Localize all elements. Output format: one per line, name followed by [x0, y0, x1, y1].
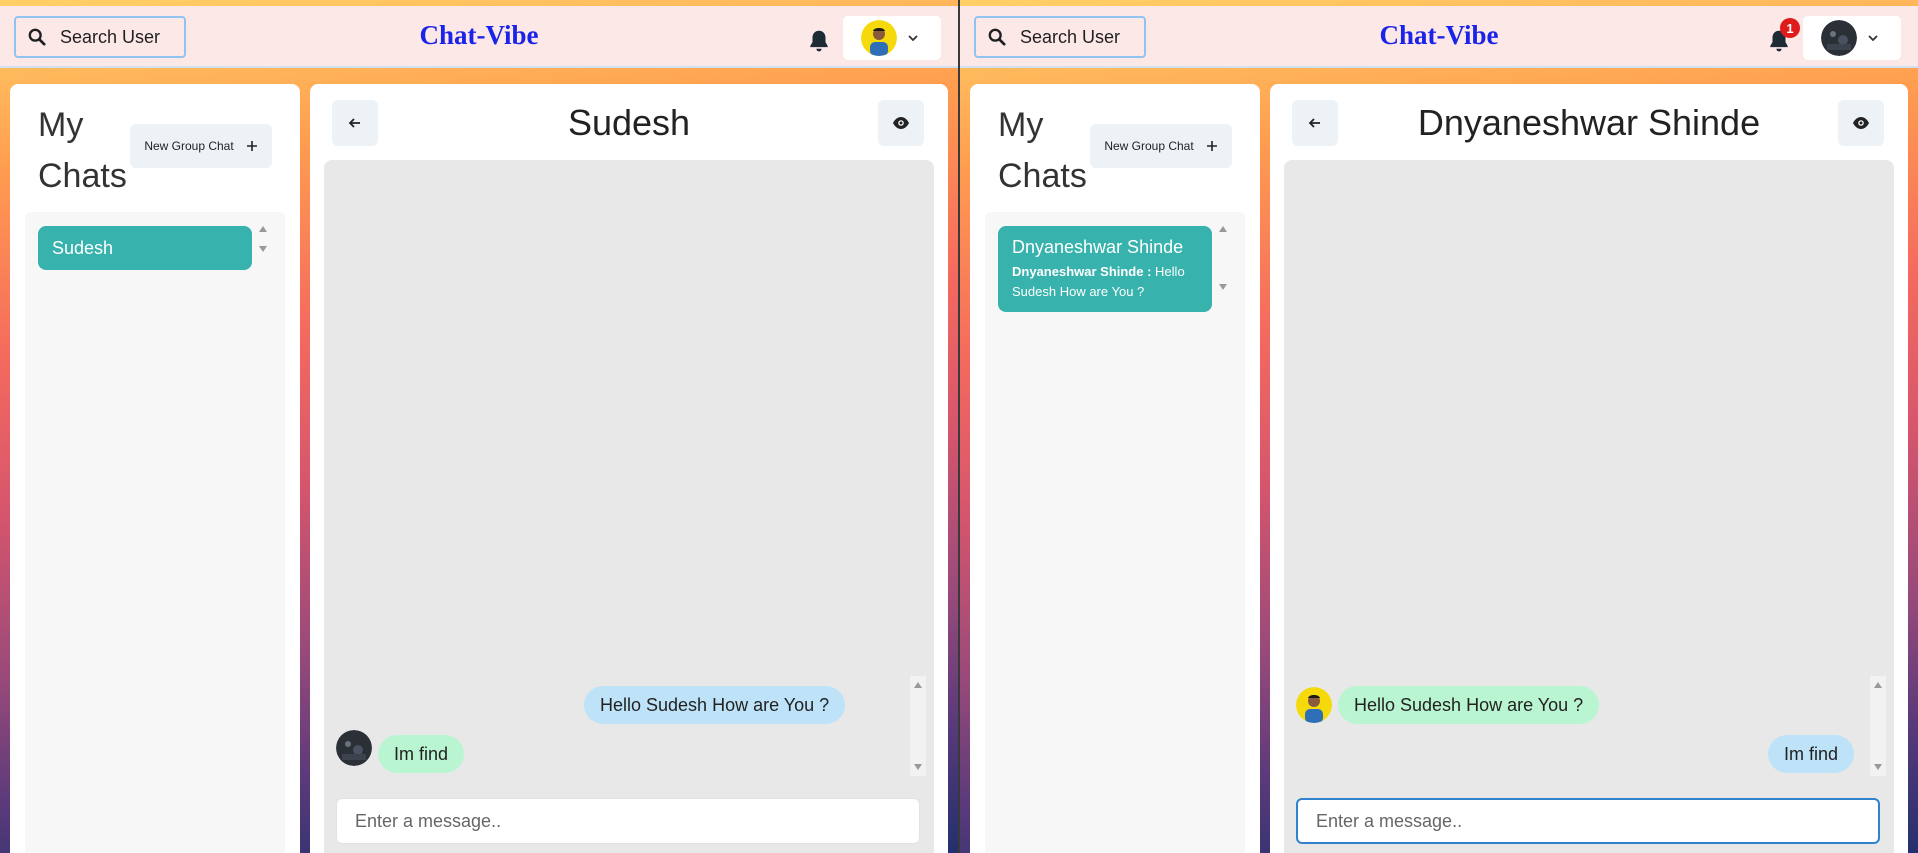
top-bar: Search User Chat-Vibe 1: [960, 6, 1918, 68]
scroll-down-arrow-icon[interactable]: [1874, 764, 1882, 770]
arrow-left-icon: [348, 118, 360, 128]
search-user-label: Search User: [1020, 26, 1121, 47]
latest-message: Dnyaneshwar Shinde : Hello Sudesh How ar…: [1012, 262, 1198, 302]
scroll-up-arrow-icon[interactable]: [1219, 226, 1227, 232]
scroll-up-arrow-icon[interactable]: [259, 226, 267, 232]
sender-avatar: [1296, 687, 1332, 723]
chat-box: Sudesh Hello Sudesh How are You ? Im fin…: [310, 84, 948, 853]
chat-list-item[interactable]: Sudesh: [38, 226, 252, 270]
scroll-down-arrow-icon[interactable]: [1219, 284, 1227, 290]
search-icon: [988, 28, 1006, 46]
my-chats-title: My Chats: [38, 106, 127, 195]
new-group-chat-button[interactable]: New Group Chat: [130, 124, 272, 168]
avatar: [861, 20, 897, 56]
eye-icon: [1853, 117, 1869, 129]
right-app-window: Search User Chat-Vibe 1 My Chats New Gro…: [960, 0, 1918, 853]
sender-avatar: [336, 730, 372, 766]
chat-list: Dnyaneshwar Shinde Dnyaneshwar Shinde : …: [985, 212, 1245, 853]
message-bubble: Hello Sudesh How are You ?: [584, 686, 846, 724]
message-input[interactable]: [1296, 798, 1880, 844]
my-chats-panel: My Chats New Group Chat Dnyaneshwar Shin…: [970, 84, 1260, 853]
chat-list-scrollbar[interactable]: [257, 226, 269, 252]
chevron-down-icon: [1868, 35, 1878, 42]
bell-icon[interactable]: [806, 28, 832, 54]
search-user-label: Search User: [60, 26, 161, 47]
plus-icon: [246, 141, 257, 151]
view-profile-button[interactable]: [878, 100, 924, 146]
avatar: [1821, 20, 1857, 56]
left-app-window: Search User Chat-Vibe My Chats New Group…: [0, 0, 958, 853]
messages-scrollbar[interactable]: [1870, 676, 1886, 776]
new-group-chat-button[interactable]: New Group Chat: [1090, 124, 1232, 168]
my-chats-title: My Chats: [998, 106, 1087, 195]
view-profile-button[interactable]: [1838, 100, 1884, 146]
messages-area: Hello Sudesh How are You ? Im find: [1284, 160, 1894, 853]
scroll-up-arrow-icon[interactable]: [1874, 682, 1882, 688]
scroll-down-arrow-icon[interactable]: [259, 246, 267, 252]
chat-list: Sudesh: [25, 212, 285, 853]
notification-count-badge: 1: [1780, 18, 1800, 38]
top-bar: Search User Chat-Vibe: [0, 6, 958, 68]
search-user-button[interactable]: Search User: [974, 16, 1146, 58]
chat-box: Dnyaneshwar Shinde Hello Sudesh How are …: [1270, 84, 1908, 853]
my-chats-panel: My Chats New Group Chat Sudesh: [10, 84, 300, 853]
messages-area: Hello Sudesh How are You ? Im find: [324, 160, 934, 853]
chat-name: Sudesh: [52, 238, 114, 258]
new-group-chat-label: New Group Chat: [1104, 139, 1194, 153]
arrow-left-icon: [1308, 118, 1320, 128]
new-group-chat-label: New Group Chat: [144, 139, 234, 153]
scroll-up-arrow-icon[interactable]: [914, 682, 922, 688]
message-bubble: Im find: [1768, 735, 1855, 773]
chat-name: Dnyaneshwar Shinde: [1012, 237, 1184, 257]
chat-list-scrollbar[interactable]: [1217, 226, 1229, 290]
chat-title: Sudesh: [567, 102, 691, 143]
latest-message-sender: Dnyaneshwar Shinde :: [1012, 264, 1152, 279]
message-bubble: Im find: [378, 735, 465, 773]
chat-list-item[interactable]: Dnyaneshwar Shinde Dnyaneshwar Shinde : …: [998, 226, 1212, 312]
message-bubble: Hello Sudesh How are You ?: [1338, 686, 1600, 724]
chat-title: Dnyaneshwar Shinde: [1417, 102, 1761, 143]
profile-menu-button[interactable]: [1803, 16, 1901, 60]
messages-scrollbar[interactable]: [910, 676, 926, 776]
plus-icon: [1206, 141, 1217, 151]
chevron-down-icon: [908, 35, 918, 42]
search-user-button[interactable]: Search User: [14, 16, 186, 58]
profile-menu-button[interactable]: [843, 16, 941, 60]
message-input[interactable]: [336, 798, 920, 844]
eye-icon: [893, 117, 909, 129]
scroll-down-arrow-icon[interactable]: [914, 764, 922, 770]
search-icon: [28, 28, 46, 46]
